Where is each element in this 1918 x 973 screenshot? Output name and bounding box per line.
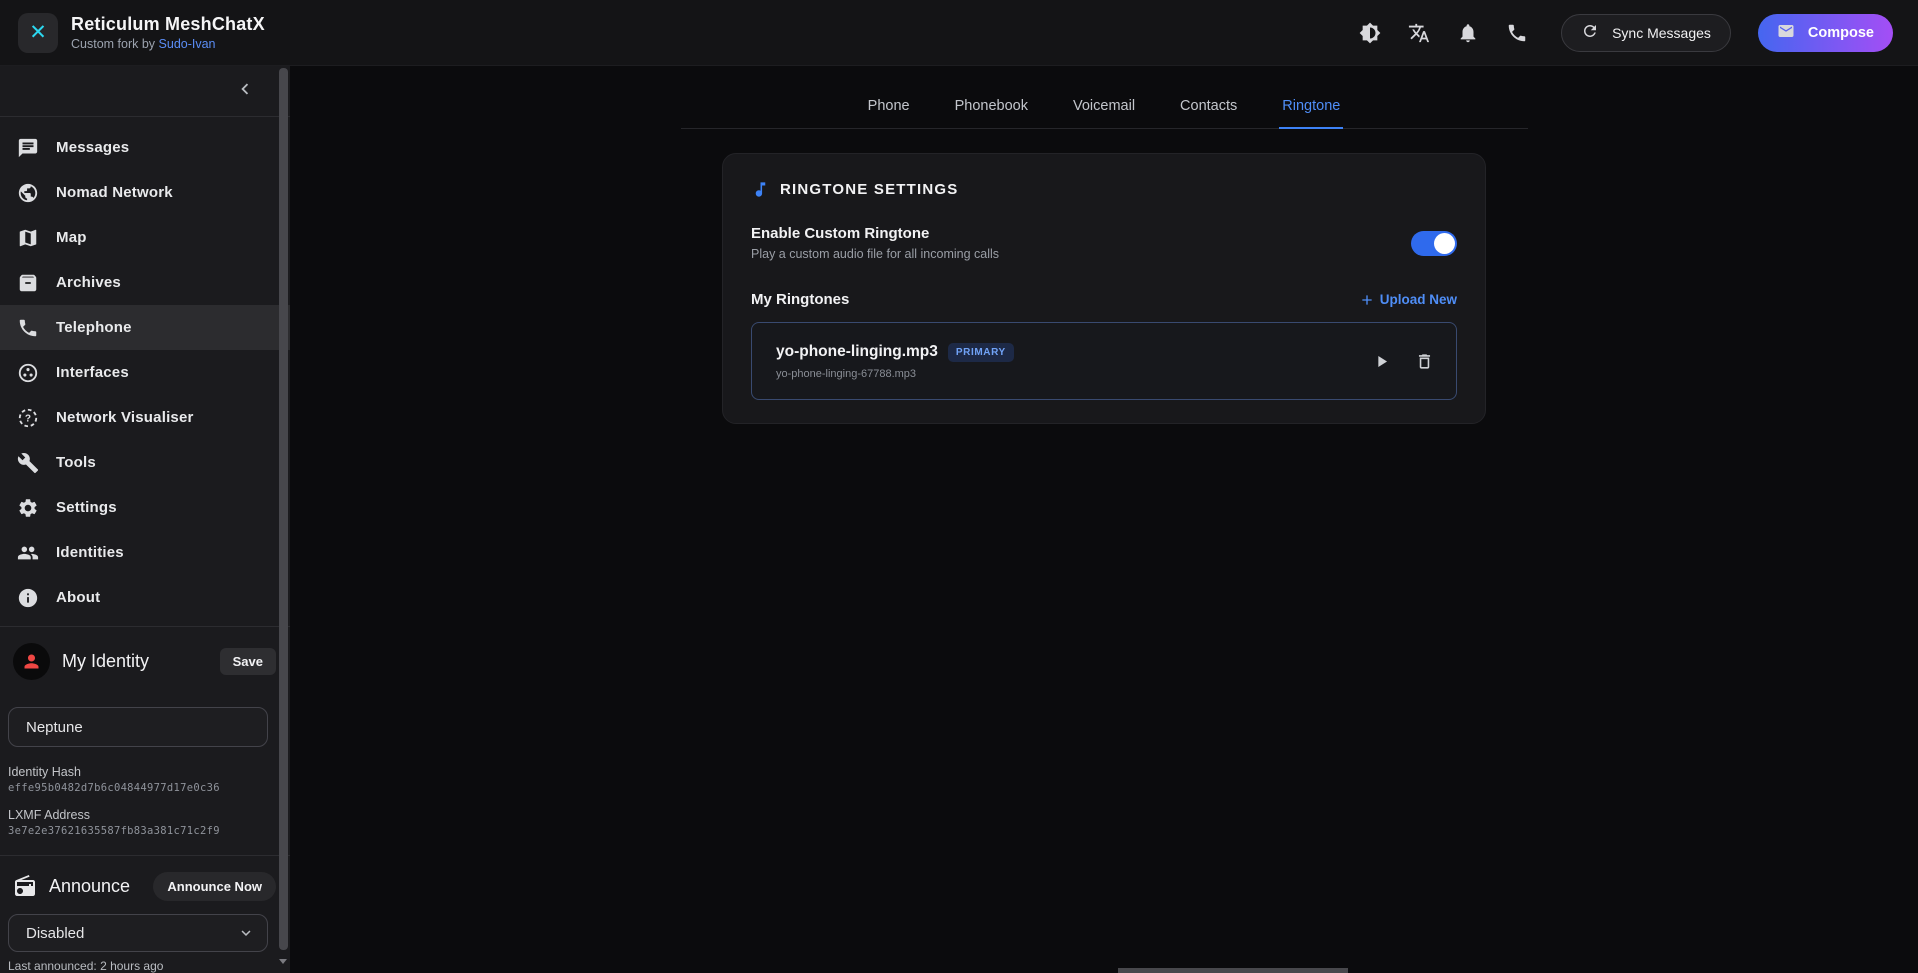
sidebar-item-label: Nomad Network <box>56 184 173 201</box>
my-ringtones-label: My Ringtones <box>751 291 849 308</box>
network-icon: ? <box>17 407 39 429</box>
author-link[interactable]: Sudo-Ivan <box>159 37 216 51</box>
app-logo[interactable]: ✕ <box>18 13 58 53</box>
upload-new-label: Upload New <box>1380 292 1457 307</box>
sidebar-item-label: Identities <box>56 544 124 561</box>
plus-icon <box>1359 292 1375 308</box>
select-value: Disabled <box>26 925 84 942</box>
sidebar-item-label: Messages <box>56 139 129 156</box>
info-icon <box>17 587 39 609</box>
sidebar-item-interfaces[interactable]: Interfaces <box>0 350 290 395</box>
tab-contacts[interactable]: Contacts <box>1177 88 1240 128</box>
announce-title: Announce <box>49 876 153 897</box>
announce-now-button[interactable]: Announce Now <box>153 872 276 901</box>
save-button[interactable]: Save <box>220 648 276 675</box>
chevron-down-icon <box>237 924 255 942</box>
play-icon[interactable] <box>1372 352 1391 371</box>
globe-icon <box>17 182 39 204</box>
primary-badge: PRIMARY <box>948 343 1014 362</box>
svg-text:?: ? <box>25 413 31 424</box>
compose-label: Compose <box>1808 25 1874 41</box>
sidebar-item-label: Tools <box>56 454 96 471</box>
tab-phone[interactable]: Phone <box>865 88 913 128</box>
gear-icon <box>17 497 39 519</box>
sidebar-collapse-button[interactable] <box>234 78 260 104</box>
tab-ringtone[interactable]: Ringtone <box>1279 88 1343 129</box>
brightness-icon[interactable] <box>1359 22 1381 44</box>
subtitle-text: Custom fork by <box>71 37 159 51</box>
enable-custom-ringtone-label: Enable Custom Ringtone <box>751 225 999 242</box>
sidebar-item-label: Map <box>56 229 87 246</box>
wrench-icon <box>17 452 39 474</box>
refresh-icon <box>1581 22 1603 44</box>
phone-icon <box>17 317 39 339</box>
avatar <box>13 643 50 680</box>
phone-icon[interactable] <box>1506 22 1528 44</box>
sidebar-nav: Messages Nomad Network Map Archives Telephon… <box>0 117 290 620</box>
sidebar-item-label: Network Visualiser <box>56 409 194 426</box>
ringtone-settings-card: RINGTONE SETTINGS Enable Custom Ringtone… <box>722 153 1486 424</box>
translate-icon[interactable] <box>1408 22 1430 44</box>
ringtone-settings-title: RINGTONE SETTINGS <box>780 181 958 198</box>
app-header: ✕ Reticulum MeshChatX Custom fork by Sud… <box>0 0 1918 66</box>
sidebar-scrollbar[interactable] <box>279 68 288 950</box>
sidebar-item-settings[interactable]: Settings <box>0 485 290 530</box>
people-icon <box>17 542 39 564</box>
map-icon <box>17 227 39 249</box>
music-note-icon <box>751 180 770 199</box>
sidebar-item-tools[interactable]: Tools <box>0 440 290 485</box>
app-subtitle: Custom fork by Sudo-Ivan <box>71 37 265 51</box>
sidebar-item-network-visualiser[interactable]: ? Network Visualiser <box>0 395 290 440</box>
sidebar-item-identities[interactable]: Identities <box>0 530 290 575</box>
ringtone-list: yo-phone-linging.mp3 PRIMARY yo-phone-ling… <box>751 322 1457 400</box>
toggle-knob <box>1434 233 1455 254</box>
lxmf-address-label: LXMF Address <box>8 808 290 822</box>
sidebar: Messages Nomad Network Map Archives Telephon… <box>0 66 290 973</box>
sidebar-item-label: Archives <box>56 274 121 291</box>
sidebar-item-map[interactable]: Map <box>0 215 290 260</box>
logo-x-icon: ✕ <box>29 20 47 45</box>
horizontal-scrollbar[interactable] <box>1118 968 1348 973</box>
my-identity-title: My Identity <box>62 651 220 672</box>
identity-hash-value: effe95b0482d7b6c04844977d17e0c36 <box>8 782 290 794</box>
identity-name-input[interactable] <box>8 707 268 747</box>
upload-new-button[interactable]: Upload New <box>1359 292 1457 308</box>
hub-icon <box>17 362 39 384</box>
sidebar-item-label: Settings <box>56 499 117 516</box>
mail-icon <box>1777 22 1799 44</box>
ringtone-filename: yo-phone-linging-67788.mp3 <box>776 368 1014 380</box>
ringtone-name: yo-phone-linging.mp3 <box>776 343 938 361</box>
sidebar-item-messages[interactable]: Messages <box>0 125 290 170</box>
compose-button[interactable]: Compose <box>1758 14 1893 52</box>
last-announced-text: Last announced: 2 hours ago <box>8 959 290 973</box>
enable-custom-ringtone-toggle[interactable] <box>1411 231 1457 256</box>
enable-custom-ringtone-description: Play a custom audio file for all incomin… <box>751 247 999 261</box>
bell-icon[interactable] <box>1457 22 1479 44</box>
main-content: PhonePhonebookVoicemailContactsRingtone … <box>290 66 1918 973</box>
announce-interval-select[interactable]: Disabled <box>8 914 268 952</box>
sidebar-divider <box>0 626 290 627</box>
telephone-tabs: Phone Phonebook Voicemail Contacts Ringtone <box>681 88 1528 129</box>
trash-icon[interactable] <box>1415 352 1434 371</box>
ringtone-item: yo-phone-linging.mp3 PRIMARY yo-phone-ling… <box>751 322 1457 400</box>
archive-icon <box>17 272 39 294</box>
sidebar-item-archives[interactable]: Archives <box>0 260 290 305</box>
sidebar-item-label: About <box>56 589 100 606</box>
lxmf-address-value: 3e7e2e37621635587fb83a381c71c2f9 <box>8 825 290 837</box>
scrollbar-down-arrow[interactable] <box>279 959 287 964</box>
sync-messages-button[interactable]: Sync Messages <box>1561 14 1731 52</box>
sidebar-item-label: Interfaces <box>56 364 129 381</box>
sidebar-item-nomad-network[interactable]: Nomad Network <box>0 170 290 215</box>
app-title: Reticulum MeshChatX <box>71 14 265 35</box>
identity-hash-label: Identity Hash <box>8 765 290 779</box>
sidebar-item-about[interactable]: About <box>0 575 290 620</box>
tab-voicemail[interactable]: Voicemail <box>1070 88 1138 128</box>
tab-phonebook[interactable]: Phonebook <box>952 88 1031 128</box>
radio-icon <box>13 874 37 898</box>
sidebar-item-label: Telephone <box>56 319 132 336</box>
sidebar-item-telephone[interactable]: Telephone <box>0 305 290 350</box>
sync-messages-label: Sync Messages <box>1612 25 1711 41</box>
sidebar-divider <box>0 855 290 856</box>
chat-icon <box>17 137 39 159</box>
